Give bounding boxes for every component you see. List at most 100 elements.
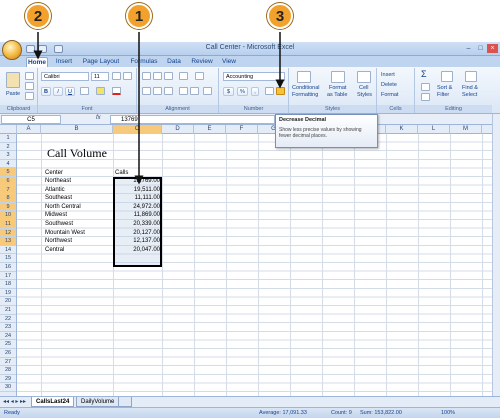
shrink-font-icon[interactable] xyxy=(123,72,132,80)
calls-cell[interactable]: 11,111.00 xyxy=(113,194,160,203)
decrease-indent-icon[interactable] xyxy=(179,87,188,95)
row-header-16[interactable]: 16 xyxy=(0,263,16,272)
find-select-icon[interactable] xyxy=(465,71,477,82)
column-header-k[interactable]: K xyxy=(386,125,418,134)
column-header-b[interactable]: B xyxy=(41,125,113,134)
format-as-table-label-2[interactable]: as Table xyxy=(327,92,347,99)
row-header-25[interactable]: 25 xyxy=(0,340,16,349)
tab-data[interactable]: Data xyxy=(164,57,184,67)
vertical-scrollbar[interactable] xyxy=(492,114,500,396)
redo-icon[interactable] xyxy=(54,45,63,53)
cell-styles-label[interactable]: Cell xyxy=(359,85,368,92)
conditional-formatting-icon[interactable] xyxy=(297,71,311,83)
wrap-text-icon[interactable] xyxy=(195,72,204,80)
autosum-button[interactable]: Σ xyxy=(421,70,427,79)
center-cell[interactable]: Atlantic xyxy=(45,186,65,195)
calls-cell[interactable]: 20,047.00 xyxy=(113,246,160,255)
row-header-22[interactable]: 22 xyxy=(0,315,16,324)
orientation-icon[interactable] xyxy=(179,72,188,80)
row-header-9[interactable]: 9 xyxy=(0,202,16,212)
tab-view[interactable]: View xyxy=(219,57,239,67)
fill-icon[interactable] xyxy=(421,83,430,91)
format-as-table-label[interactable]: Format xyxy=(329,85,346,92)
calls-cell[interactable]: 12,137.00 xyxy=(113,237,160,246)
format-painter-icon[interactable] xyxy=(25,92,34,100)
tab-formulas[interactable]: Formulas xyxy=(128,57,160,67)
row-header-26[interactable]: 26 xyxy=(0,349,16,358)
fx-icon[interactable]: fx xyxy=(96,115,101,121)
undo-icon[interactable] xyxy=(38,45,47,53)
row-header-8[interactable]: 8 xyxy=(0,194,16,203)
row-header-12[interactable]: 12 xyxy=(0,228,16,238)
conditional-formatting-label[interactable]: Conditional xyxy=(292,85,320,92)
formula-input[interactable]: 13769 xyxy=(110,115,275,124)
zoom-level[interactable]: 100% xyxy=(441,408,455,418)
clear-icon[interactable] xyxy=(421,93,430,101)
row-header-18[interactable]: 18 xyxy=(0,280,16,289)
align-bottom-icon[interactable] xyxy=(164,72,173,80)
center-cell[interactable]: Mountain West xyxy=(45,229,85,238)
name-box[interactable]: C5 xyxy=(1,115,61,124)
row-header-23[interactable]: 23 xyxy=(0,323,16,332)
maximize-icon[interactable]: □ xyxy=(475,44,486,53)
calls-cell[interactable]: 11,869.00 xyxy=(113,211,160,220)
column-header-d[interactable]: D xyxy=(162,125,194,134)
align-top-icon[interactable] xyxy=(142,72,151,80)
calls-cell[interactable]: 20,339.00 xyxy=(113,220,160,229)
column-header-a[interactable]: A xyxy=(17,125,41,134)
row-header-2[interactable]: 2 xyxy=(0,143,16,152)
column-header-e[interactable]: E xyxy=(194,125,226,134)
sort-filter-icon[interactable] xyxy=(441,71,453,82)
merge-center-icon[interactable] xyxy=(203,87,212,95)
grow-font-icon[interactable] xyxy=(112,72,121,80)
worksheet-grid[interactable] xyxy=(17,134,492,396)
column-header-c[interactable]: C xyxy=(113,125,162,134)
center-cell[interactable]: Southwest xyxy=(45,220,73,229)
paste-label[interactable]: Paste xyxy=(6,91,20,98)
calls-cell[interactable]: 24,972.00 xyxy=(113,203,160,212)
calls-cell[interactable]: 13,769.00 xyxy=(113,177,160,186)
center-cell[interactable]: Midwest xyxy=(45,211,67,220)
row-header-29[interactable]: 29 xyxy=(0,375,16,384)
cell-styles-label-2[interactable]: Styles xyxy=(357,92,372,99)
row-header-7[interactable]: 7 xyxy=(0,185,16,195)
center-cell[interactable]: Central xyxy=(45,246,64,255)
increase-decimal-icon[interactable] xyxy=(265,87,274,95)
italic-button[interactable]: I xyxy=(53,87,63,96)
row-header-1[interactable]: 1 xyxy=(0,134,16,143)
row-header-5[interactable]: 5 xyxy=(0,168,16,177)
copy-icon[interactable] xyxy=(25,82,34,90)
office-button[interactable] xyxy=(2,40,22,60)
row-header-13[interactable]: 13 xyxy=(0,237,16,246)
row-header-27[interactable]: 27 xyxy=(0,358,16,367)
row-header-17[interactable]: 17 xyxy=(0,272,16,281)
row-header-6[interactable]: 6 xyxy=(0,177,16,186)
sheet-tab-callslast24[interactable]: CallsLast24 xyxy=(31,397,75,407)
row-header-20[interactable]: 20 xyxy=(0,297,16,306)
fill-color-icon[interactable] xyxy=(96,87,105,95)
row-header-30[interactable]: 30 xyxy=(0,383,16,392)
row-header-21[interactable]: 21 xyxy=(0,306,16,315)
select-all-corner[interactable] xyxy=(0,125,17,134)
align-right-icon[interactable] xyxy=(164,87,173,95)
row-header-3[interactable]: 3 xyxy=(0,151,16,160)
minimize-icon[interactable]: – xyxy=(463,44,474,53)
column-header-l[interactable]: L xyxy=(418,125,450,134)
row-header-10[interactable]: 10 xyxy=(0,211,16,220)
conditional-formatting-label-2[interactable]: Formatting xyxy=(292,92,318,99)
column-header-m[interactable]: M xyxy=(450,125,482,134)
align-middle-icon[interactable] xyxy=(153,72,162,80)
row-header-14[interactable]: 14 xyxy=(0,246,16,255)
sort-filter-label-2[interactable]: Filter xyxy=(437,92,449,99)
close-icon[interactable]: × xyxy=(487,44,498,53)
column-header-f[interactable]: F xyxy=(226,125,258,134)
tab-page-layout[interactable]: Page Layout xyxy=(80,57,122,67)
format-cells-button[interactable]: Format xyxy=(381,92,398,99)
insert-sheet-icon[interactable] xyxy=(118,397,132,407)
borders-icon[interactable] xyxy=(80,87,89,95)
underline-button[interactable]: U xyxy=(65,87,75,96)
center-cell[interactable]: North Central xyxy=(45,203,81,212)
center-cell[interactable]: Southeast xyxy=(45,194,72,203)
align-left-icon[interactable] xyxy=(142,87,151,95)
currency-button[interactable]: $ xyxy=(223,87,234,96)
